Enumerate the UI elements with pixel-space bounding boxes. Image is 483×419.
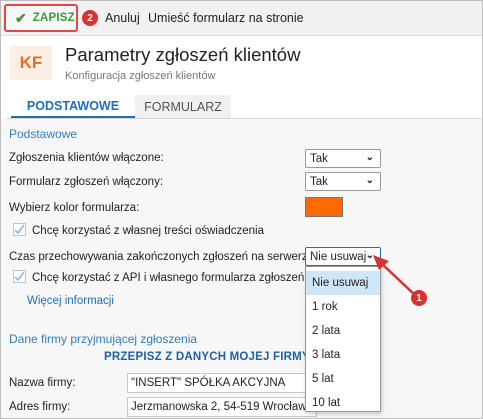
annotation-badge: 1 [411,290,427,306]
save-button[interactable]: ✔ ZAPISZ [4,4,78,32]
window: ✔ ZAPISZ 2 Anuluj Umieść formularz na st… [0,0,483,419]
api-label: Chcę korzystać z API i własnego formular… [32,272,319,284]
section-basic-title: Podstawowe [9,127,78,141]
company-name-input[interactable]: "INSERT" SPÓŁKA AKCYJNA [127,373,317,393]
form-enabled-label: Formularz zgłoszeń włączony: [9,176,164,188]
toolbar: ✔ ZAPISZ 2 Anuluj Umieść formularz na st… [1,1,482,36]
color-picker[interactable] [305,197,343,217]
step-badge: 2 [82,10,98,26]
more-info-link[interactable]: Więcej informacji [27,295,114,307]
page-subtitle: Konfiguracja zgłoszeń klientów [65,70,216,82]
requests-enabled-value: Tak [310,152,328,165]
form-enabled-value: Tak [310,175,328,188]
save-button-label: ZAPISZ [32,12,75,24]
cancel-button[interactable]: Anuluj [105,11,140,25]
company-address-label: Adres firmy: [9,401,71,413]
retention-value: Nie usuwaj [310,250,367,263]
api-checkbox[interactable] [13,270,26,283]
company-address-input[interactable]: Jerzmanowska 2, 54-519 Wrocław [127,397,317,417]
checkmark-icon: ✔ [15,10,27,26]
copy-company-data-button[interactable]: PRZEPISZ Z DANYCH MOJEJ FIRMY [104,351,310,363]
embed-form-button[interactable]: Umieść formularz na stronie [148,11,304,25]
company-name-label: Nazwa firmy: [9,377,76,389]
color-label: Wybierz kolor formularza: [9,202,140,214]
section-company-title: Dane firmy przyjmującej zgłoszenia [9,332,198,346]
custom-statement-checkbox[interactable] [13,223,26,236]
chevron-down-icon: ⌄ [365,152,374,163]
form-enabled-select[interactable]: Tak ⌄ [305,172,381,191]
tab-bar: PODSTAWOWE FORMULARZ [7,95,481,119]
tab-form[interactable]: FORMULARZ [135,95,231,118]
retention-option[interactable]: 2 lata [306,319,380,343]
retention-option[interactable]: 3 lata [306,343,380,367]
retention-label: Czas przechowywania zakończonych zgłosze… [9,251,318,263]
tab-basic[interactable]: PODSTAWOWE [11,95,135,118]
retention-option[interactable]: 10 lat [306,391,380,415]
custom-statement-label: Chcę korzystać z własnej treści oświadcz… [32,225,265,237]
chevron-down-icon: ⌄ [365,175,374,186]
requests-enabled-label: Zgłoszenia klientów włączone: [9,152,164,164]
requests-enabled-select[interactable]: Tak ⌄ [305,149,381,168]
module-logo: KF [10,46,52,80]
retention-option[interactable]: 5 lat [306,367,380,391]
page-title: Parametry zgłoszeń klientów [65,44,301,65]
